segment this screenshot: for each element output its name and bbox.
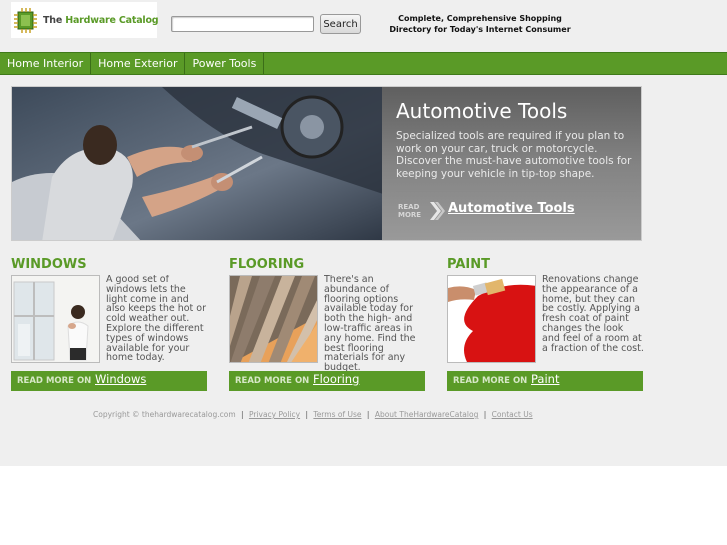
hero-title: Automotive Tools: [396, 99, 568, 123]
link-flooring[interactable]: Flooring: [313, 372, 359, 386]
feature-description: A good set of windows lets the light com…: [106, 275, 207, 364]
read-more-bar[interactable]: READ MORE ON Paint: [447, 371, 643, 391]
hero-mechanic-image[interactable]: [12, 87, 392, 241]
feature-description: Renovations change the appearance of a h…: [542, 275, 644, 354]
chip-logo-icon: [13, 7, 38, 34]
site-tagline: Complete, Comprehensive Shopping Directo…: [380, 13, 580, 35]
link-windows[interactable]: Windows: [95, 372, 146, 386]
nav-item-home-exterior[interactable]: Home Exterior: [91, 53, 186, 74]
feature-title: WINDOWS: [11, 257, 87, 272]
footer-separator: |: [483, 410, 487, 419]
tagline-line-2: Directory for Today's Internet Consumer: [389, 25, 571, 34]
paint-thumbnail[interactable]: [447, 275, 536, 363]
flooring-thumbnail[interactable]: [229, 275, 318, 363]
feature-title: PAINT: [447, 257, 490, 272]
logo-text-main: Hardware Catalog: [65, 14, 159, 26]
chevron-right-icon: [430, 202, 445, 220]
footer-link-about[interactable]: About TheHardwareCatalog: [375, 410, 479, 419]
hero-banner: Automotive Tools Specialized tools are r…: [11, 86, 642, 241]
main-nav: Home Interior Home Exterior Power Tools: [0, 52, 727, 75]
read-more-bar[interactable]: READ MORE ON Windows: [11, 371, 207, 391]
footer-link-privacy-policy[interactable]: Privacy Policy: [249, 410, 300, 419]
feature-description: There's an abundance of flooring options…: [324, 275, 416, 371]
hero-read-more-line-2: MORE: [398, 210, 422, 219]
footer-separator: |: [366, 410, 370, 419]
logo-text: The Hardware Catalog: [43, 14, 159, 26]
feature-flooring: FLOORING There's an abundance of floorin…: [229, 257, 425, 392]
site-logo[interactable]: The Hardware Catalog: [11, 2, 159, 38]
footer-link-terms-of-use[interactable]: Terms of Use: [313, 410, 361, 419]
feature-windows: WINDOWS A good set of windows lets the l…: [11, 257, 207, 392]
logo-text-prefix: The: [43, 14, 66, 26]
hero-description: Specialized tools are required if you pl…: [396, 130, 632, 180]
tagline-line-1: Complete, Comprehensive Shopping: [398, 14, 562, 23]
link-paint[interactable]: Paint: [531, 372, 559, 386]
footer-link-contact-us[interactable]: Contact Us: [492, 410, 533, 419]
search-button[interactable]: Search: [320, 14, 361, 34]
read-more-label: READ MORE ON: [17, 376, 92, 386]
feature-paint: PAINT Renovations change the appearance …: [447, 257, 644, 392]
nav-item-power-tools[interactable]: Power Tools: [185, 53, 265, 74]
read-more-bar[interactable]: READ MORE ON Flooring: [229, 371, 425, 391]
hero-divider: [396, 191, 636, 192]
page: The Hardware Catalog Search Complete, Co…: [0, 0, 727, 466]
hero-link-automotive-tools[interactable]: Automotive Tools: [448, 201, 575, 216]
nav-item-home-interior[interactable]: Home Interior: [0, 53, 92, 74]
read-more-label: READ MORE ON: [235, 376, 310, 386]
search-input[interactable]: [171, 16, 314, 32]
hero-read-more-text: READ MORE: [398, 203, 422, 219]
windows-thumbnail[interactable]: [11, 275, 100, 363]
read-more-label: READ MORE ON: [453, 376, 528, 386]
feature-title: FLOORING: [229, 257, 305, 272]
footer-copyright: Copyright © thehardwarecatalog.com: [93, 410, 236, 419]
footer-separator: |: [241, 410, 244, 419]
hero-read-more-badge[interactable]: READ MORE: [398, 201, 448, 221]
footer: Copyright © thehardwarecatalog.com | Pri…: [93, 410, 533, 419]
footer-separator: |: [305, 410, 308, 419]
